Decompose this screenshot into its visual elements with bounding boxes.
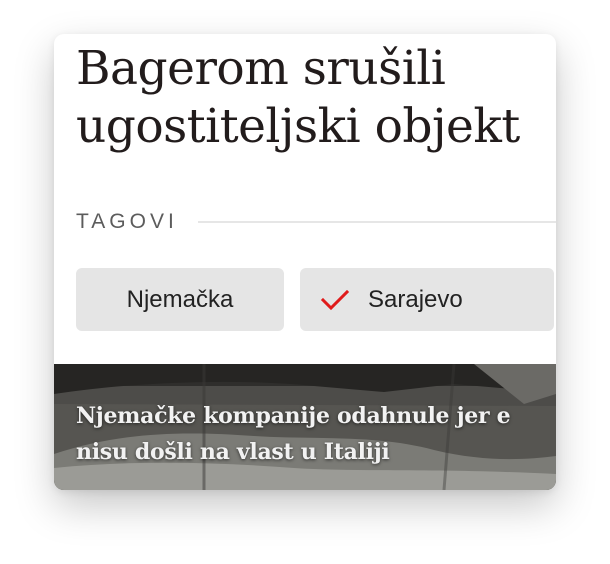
teaser-title: Njemačke kompanije odahnule jer e nisu do… (76, 398, 556, 470)
teaser-title-line-2: nisu došli na vlast u Italiji (76, 439, 390, 465)
article-headline: Bagerom srušili ugostiteljski objekt (76, 40, 556, 156)
tags-label: TAGOVI (76, 210, 178, 233)
teaser-title-line-1: Njemačke kompanije odahnule jer e (76, 403, 511, 429)
checkmark-icon (320, 288, 350, 312)
headline-line-1: Bagerom srušili (76, 41, 446, 96)
tag-label: Sarajevo (368, 285, 463, 313)
tag-label: Njemačka (126, 285, 234, 313)
related-article-teaser[interactable]: Njemačke kompanije odahnule jer e nisu do… (54, 364, 556, 490)
tags-divider (197, 221, 556, 223)
headline-line-2: ugostiteljski objekt (76, 99, 520, 154)
tag-sarajevo[interactable]: Sarajevo (300, 268, 554, 331)
tags-section-header: TAGOVI (76, 209, 556, 235)
tag-njemacka[interactable]: Njemačka (76, 268, 284, 331)
article-card: Bagerom srušili ugostiteljski objekt TAGO… (54, 34, 556, 490)
